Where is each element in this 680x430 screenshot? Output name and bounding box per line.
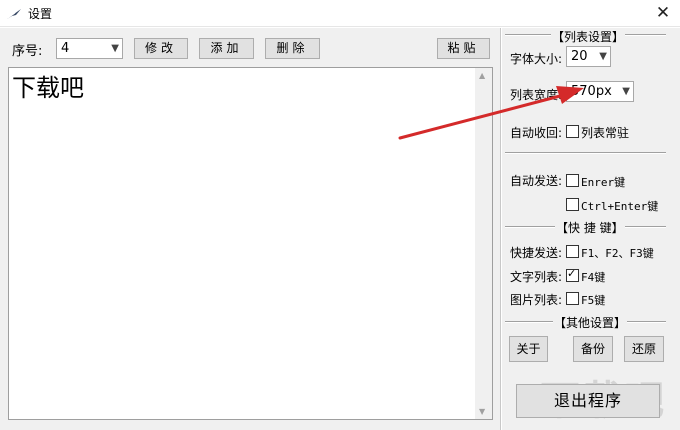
annotation-arrow-icon	[398, 86, 584, 140]
